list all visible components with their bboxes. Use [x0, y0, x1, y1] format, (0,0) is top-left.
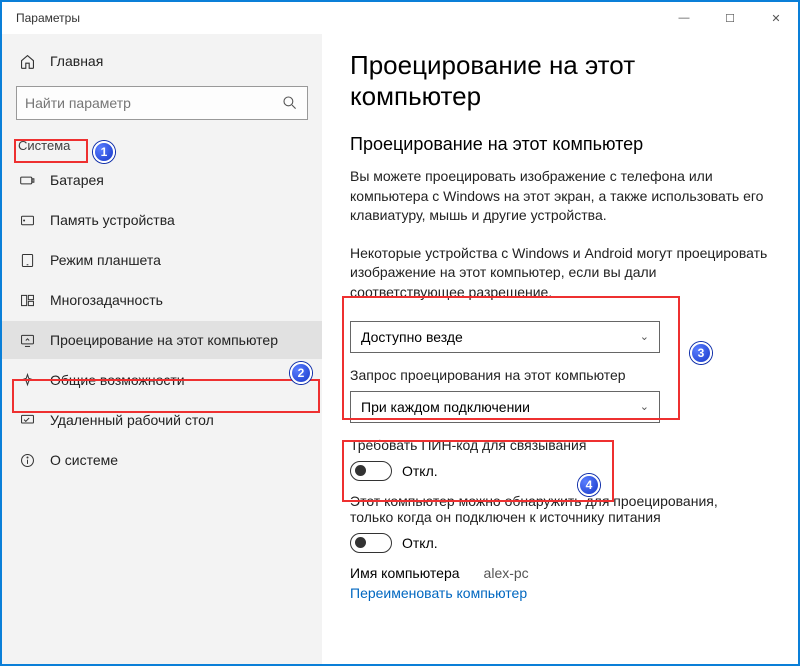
battery-icon [18, 171, 36, 189]
description-2: Некоторые устройства с Windows и Android… [350, 244, 770, 303]
rename-link[interactable]: Переименовать компьютер [350, 585, 770, 601]
pcname-label: Имя компьютера [350, 565, 460, 581]
pin-label: Требовать ПИН-код для связывания [350, 437, 730, 453]
sidebar-item-label: О системе [50, 452, 118, 468]
shared-icon [18, 371, 36, 389]
pcname-value: alex-pc [484, 565, 529, 581]
sidebar-item-label: Многозадачность [50, 292, 163, 308]
sidebar-item-label: Память устройства [50, 212, 175, 228]
section-subtitle: Проецирование на этот компьютер [350, 134, 770, 155]
tablet-icon [18, 251, 36, 269]
sidebar-item-projecting[interactable]: Проецирование на этот компьютер [2, 321, 322, 359]
sidebar-item-about[interactable]: О системе [2, 441, 322, 479]
sidebar-item-label: Проецирование на этот компьютер [50, 332, 278, 348]
remote-icon [18, 411, 36, 429]
window-controls: — ☐ ✕ [670, 12, 790, 25]
sidebar-item-battery[interactable]: Батарея [2, 161, 322, 199]
window-title: Параметры [16, 11, 80, 25]
availability-value: Доступно везде [361, 329, 463, 345]
multitask-icon [18, 291, 36, 309]
power-toggle[interactable] [350, 533, 392, 553]
search-field[interactable] [25, 95, 281, 111]
page-title: Проецирование на этот компьютер [350, 50, 770, 112]
sidebar-item-shared[interactable]: Общие возможности [2, 361, 322, 399]
ask-label: Запрос проецирования на этот компьютер [350, 367, 730, 383]
sidebar-item-label: Батарея [50, 172, 104, 188]
titlebar: Параметры — ☐ ✕ [2, 2, 798, 34]
search-icon [281, 94, 299, 112]
chevron-down-icon: ⌄ [640, 330, 649, 343]
availability-select[interactable]: Доступно везде ⌄ [350, 321, 660, 353]
main-panel: Проецирование на этот компьютер Проециро… [322, 34, 798, 664]
close-button[interactable]: ✕ [762, 12, 790, 25]
power-toggle-value: Откл. [402, 535, 438, 551]
info-icon [18, 451, 36, 469]
sidebar-item-label: Удаленный рабочий стол [50, 412, 214, 428]
storage-icon [18, 211, 36, 229]
chevron-down-icon: ⌄ [640, 400, 649, 413]
minimize-button[interactable]: — [670, 12, 698, 24]
sidebar-item-tablet[interactable]: Режим планшета [2, 241, 322, 279]
sidebar-item-storage[interactable]: Память устройства [2, 201, 322, 239]
power-label: Этот компьютер можно обнаружить для прое… [350, 493, 750, 525]
category-label: Система [18, 138, 70, 153]
category-system[interactable]: Система [2, 132, 322, 159]
nav-home[interactable]: Главная [2, 42, 322, 80]
description-1: Вы можете проецировать изображение с тел… [350, 167, 770, 226]
sidebar-item-remote[interactable]: Удаленный рабочий стол [2, 401, 322, 439]
home-icon [18, 52, 36, 70]
search-input[interactable] [16, 86, 308, 120]
maximize-button[interactable]: ☐ [716, 12, 744, 25]
sidebar: Главная Система Батарея [2, 34, 322, 664]
pin-toggle-value: Откл. [402, 463, 438, 479]
sidebar-item-label: Режим планшета [50, 252, 161, 268]
ask-select[interactable]: При каждом подключении ⌄ [350, 391, 660, 423]
project-icon [18, 331, 36, 349]
sidebar-item-multitask[interactable]: Многозадачность [2, 281, 322, 319]
ask-value: При каждом подключении [361, 399, 530, 415]
nav-home-label: Главная [50, 53, 103, 69]
sidebar-item-label: Общие возможности [50, 372, 185, 388]
pin-toggle[interactable] [350, 461, 392, 481]
